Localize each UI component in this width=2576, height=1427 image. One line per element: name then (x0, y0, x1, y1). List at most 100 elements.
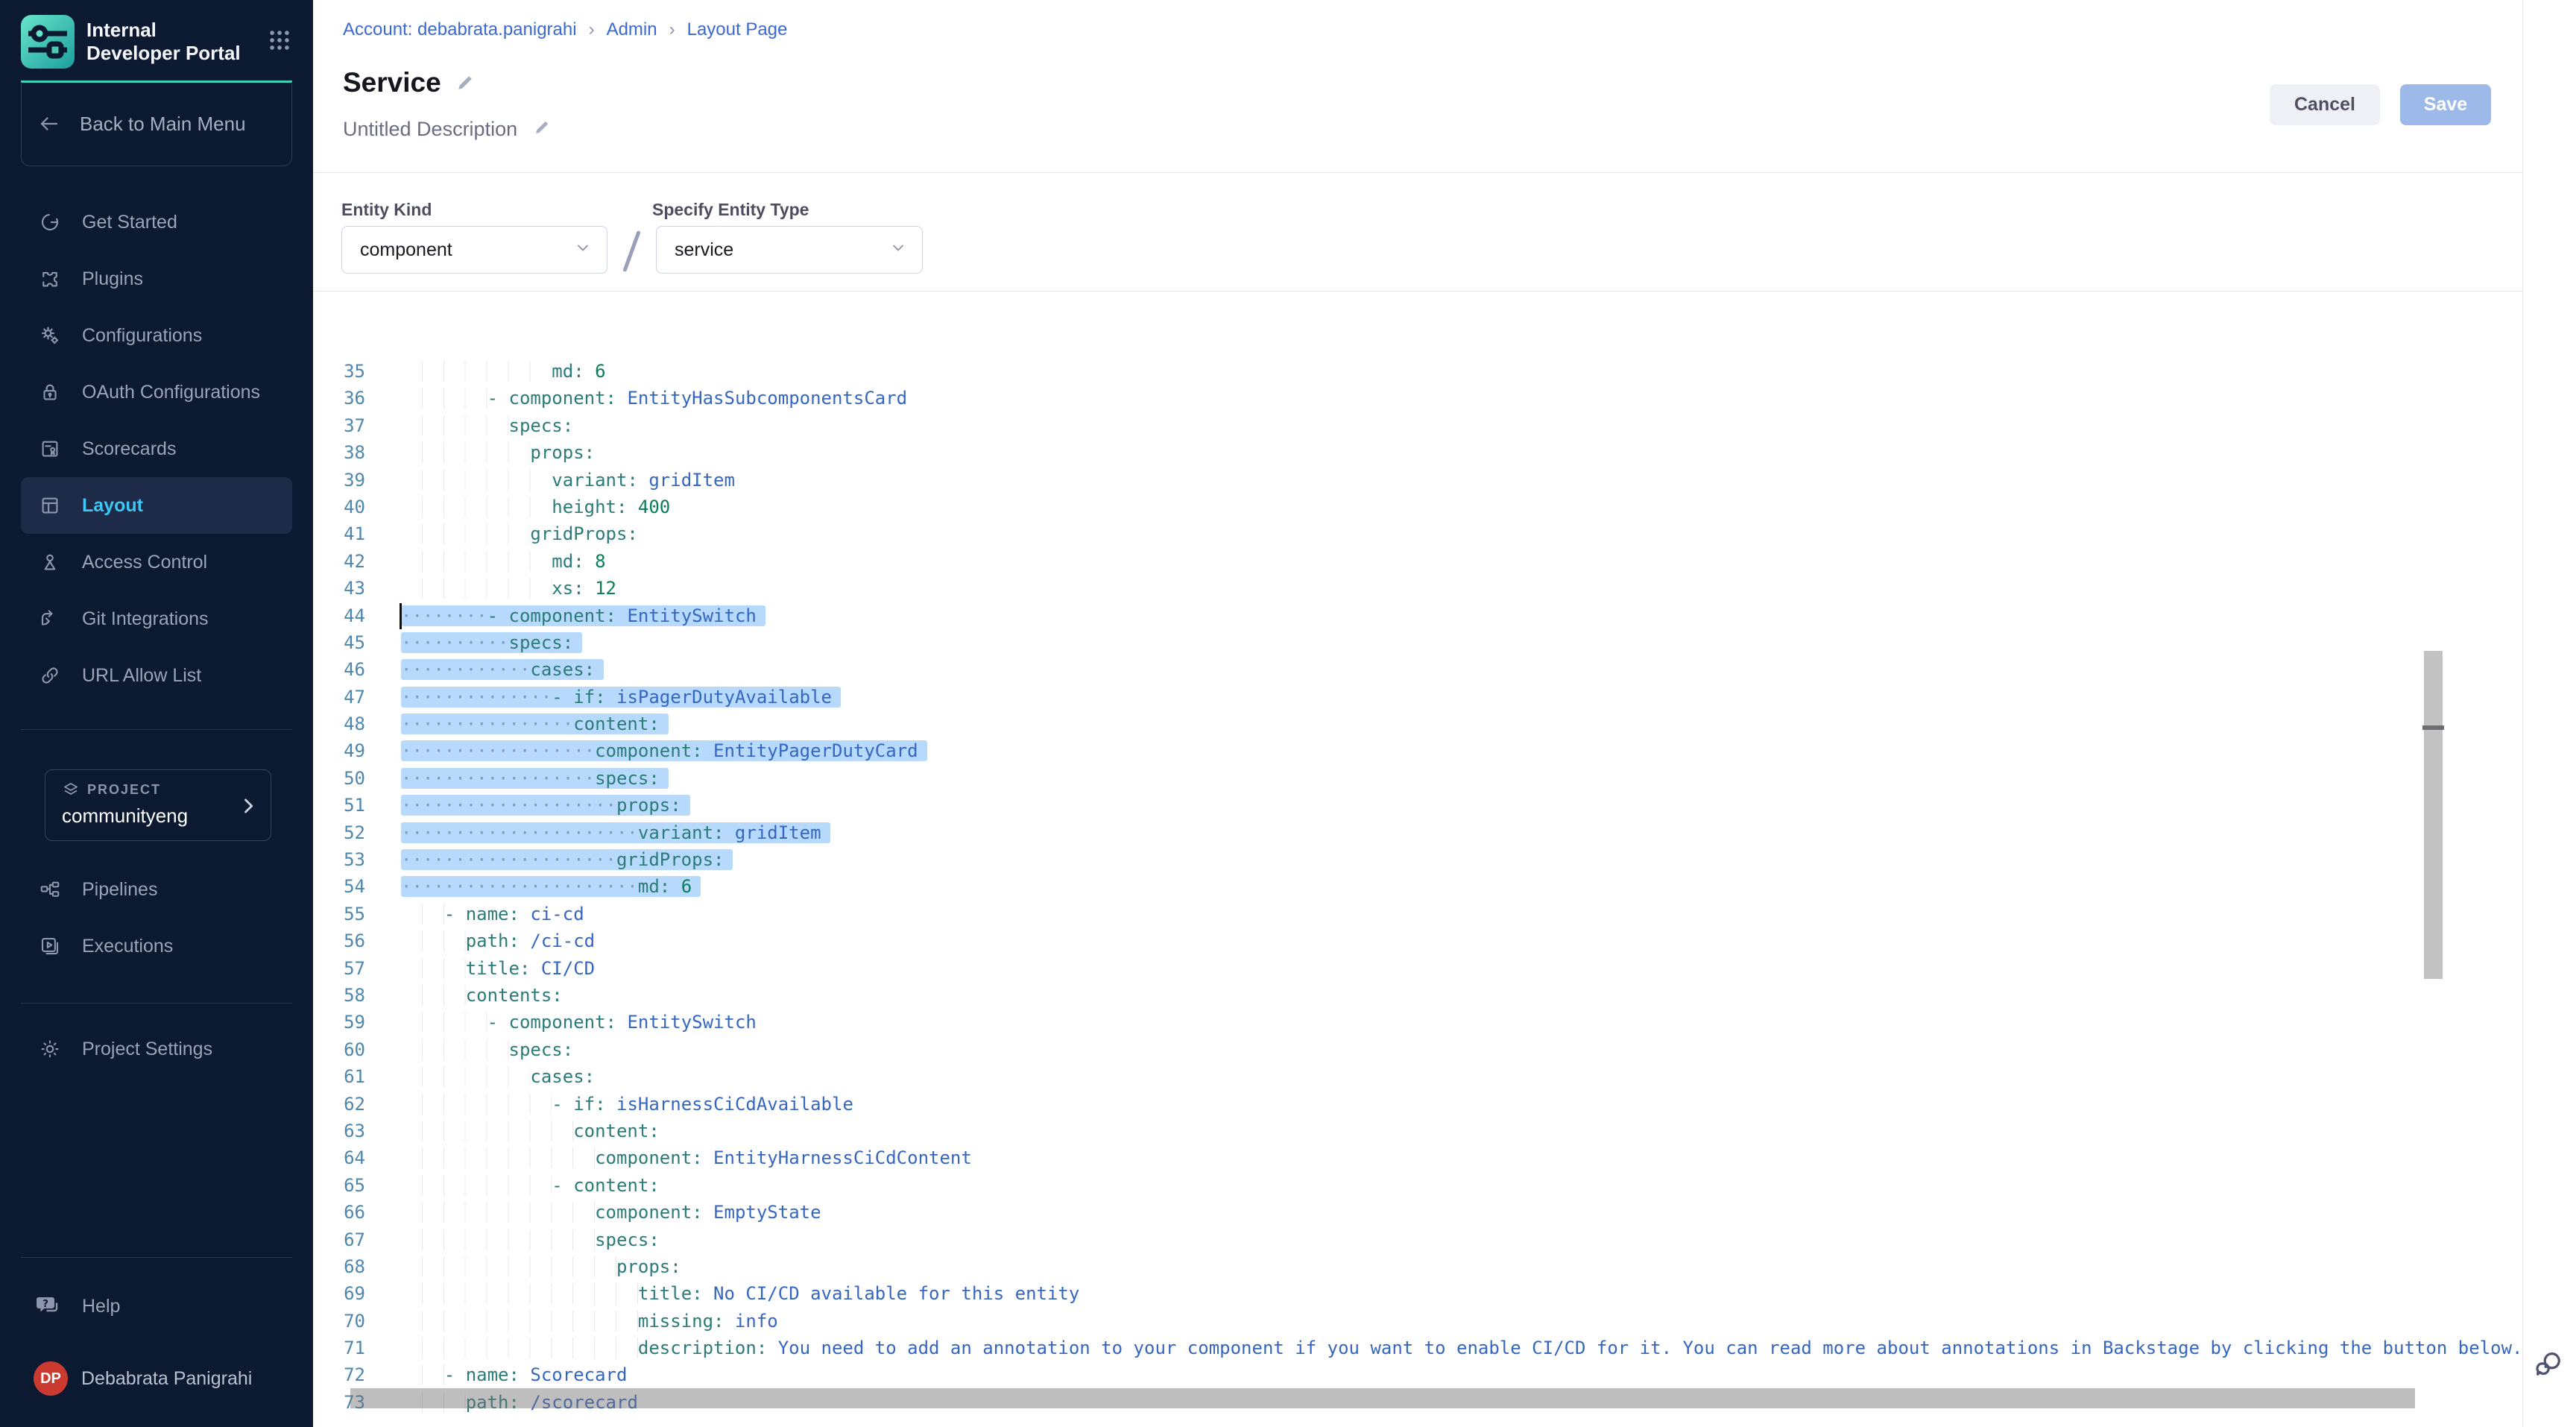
editor-rows: 35 md: 636 - component: EntityHasSubcomp… (313, 358, 2522, 1416)
lock-icon (39, 381, 61, 403)
git-icon (39, 608, 61, 630)
breadcrumb-link[interactable]: Layout Page (687, 19, 788, 40)
entity-kind-value: component (360, 239, 452, 261)
line-content: title: CI/CD (401, 955, 595, 982)
code-line-41[interactable]: 41 gridProps: (313, 520, 2522, 547)
help-label: Help (82, 1296, 120, 1317)
line-content: gridProps: (401, 520, 638, 547)
code-line-55[interactable]: 55 - name: ci-cd (313, 901, 2522, 927)
line-content: specs: (401, 1036, 573, 1063)
code-line-50[interactable]: 50··················specs: (313, 765, 2522, 792)
code-line-71[interactable]: 71 description: You need to add an annot… (313, 1335, 2522, 1361)
code-line-49[interactable]: 49··················component: EntityPag… (313, 737, 2522, 764)
code-line-39[interactable]: 39 variant: gridItem (313, 467, 2522, 494)
code-line-48[interactable]: 48················content: (313, 711, 2522, 737)
sidebar-item-scorecards[interactable]: Scorecards (0, 420, 313, 477)
sidebar-item-executions[interactable]: Executions (0, 918, 313, 974)
avatar: DP (34, 1361, 68, 1396)
breadcrumb-link[interactable]: Admin (607, 19, 657, 40)
sidebar-item-label: Scorecards (82, 438, 176, 460)
line-content: - component: EntityHasSubcomponentsCard (401, 385, 907, 412)
user-menu[interactable]: DP Debabrata Panigrahi (34, 1361, 252, 1396)
save-button[interactable]: Save (2400, 84, 2491, 125)
project-label: PROJECT (87, 782, 161, 798)
sidebar-item-help[interactable]: ? Help (0, 1278, 313, 1335)
line-number: 64 (313, 1144, 365, 1171)
sidebar-item-plugins[interactable]: Plugins (0, 251, 313, 307)
sidebar-divider (21, 729, 292, 730)
sidebar-item-configurations[interactable]: Configurations (0, 307, 313, 364)
sidebar-item-url-allow-list[interactable]: URL Allow List (0, 647, 313, 704)
code-line-61[interactable]: 61 cases: (313, 1063, 2522, 1090)
line-number: 68 (313, 1253, 365, 1280)
code-line-57[interactable]: 57 title: CI/CD (313, 955, 2522, 982)
code-line-58[interactable]: 58 contents: (313, 982, 2522, 1009)
entity-type-select[interactable]: service (656, 226, 923, 274)
vertical-scrollbar[interactable] (2424, 651, 2443, 979)
code-line-67[interactable]: 67 specs: (313, 1226, 2522, 1253)
code-line-43[interactable]: 43 xs: 12 (313, 575, 2522, 602)
code-line-42[interactable]: 42 md: 8 (313, 548, 2522, 575)
breadcrumb-link[interactable]: Account: debabrata.panigrahi (343, 19, 577, 40)
code-line-66[interactable]: 66 component: EmptyState (313, 1199, 2522, 1226)
code-line-68[interactable]: 68 props: (313, 1253, 2522, 1280)
chevron-down-icon (574, 239, 592, 262)
support-chat-icon[interactable] (2531, 1347, 2566, 1385)
sidebar-item-project-settings[interactable]: Project Settings (0, 1021, 313, 1077)
sidebar-item-oauth-configurations[interactable]: OAuth Configurations (0, 364, 313, 420)
code-line-46[interactable]: 46············cases: (313, 656, 2522, 683)
line-number: 42 (313, 548, 365, 575)
code-line-44[interactable]: 44········- component: EntitySwitch (313, 602, 2522, 629)
code-line-62[interactable]: 62 - if: isHarnessCiCdAvailable (313, 1091, 2522, 1118)
code-line-51[interactable]: 51····················props: (313, 792, 2522, 819)
code-line-37[interactable]: 37 specs: (313, 412, 2522, 439)
edit-description-pencil-icon[interactable] (534, 118, 552, 141)
code-line-54[interactable]: 54······················md: 6 (313, 873, 2522, 900)
module-grid-icon[interactable] (267, 28, 292, 57)
code-line-47[interactable]: 47··············- if: isPagerDutyAvailab… (313, 684, 2522, 711)
code-line-59[interactable]: 59 - component: EntitySwitch (313, 1009, 2522, 1036)
code-line-70[interactable]: 70 missing: info (313, 1308, 2522, 1335)
back-to-main-menu-button[interactable]: Back to Main Menu (21, 82, 292, 166)
code-line-38[interactable]: 38 props: (313, 439, 2522, 466)
line-content: content: (401, 1118, 660, 1144)
sidebar-item-layout[interactable]: Layout (21, 477, 292, 534)
app-root: Internal Developer Portal Back to Main M… (0, 0, 2576, 1427)
cancel-button[interactable]: Cancel (2270, 84, 2380, 125)
sidebar-item-pipelines[interactable]: Pipelines (0, 861, 313, 918)
sidebar-divider (21, 1257, 292, 1258)
page-title-row: Service (343, 67, 476, 98)
code-line-53[interactable]: 53····················gridProps: (313, 846, 2522, 873)
code-line-63[interactable]: 63 content: (313, 1118, 2522, 1144)
code-line-36[interactable]: 36 - component: EntityHasSubcomponentsCa… (313, 385, 2522, 412)
code-line-72[interactable]: 72 - name: Scorecard (313, 1361, 2522, 1388)
yaml-code-editor[interactable]: 35 md: 636 - component: EntityHasSubcomp… (313, 292, 2522, 1427)
entity-kind-select[interactable]: component (341, 226, 607, 274)
edit-title-pencil-icon[interactable] (456, 67, 476, 98)
line-content: xs: 12 (401, 575, 616, 602)
code-line-35[interactable]: 35 md: 6 (313, 358, 2522, 385)
line-number: 65 (313, 1172, 365, 1199)
horizontal-scrollbar[interactable] (350, 1388, 2415, 1408)
svg-text:?: ? (42, 1298, 48, 1310)
code-line-45[interactable]: 45··········specs: (313, 629, 2522, 656)
code-line-65[interactable]: 65 - content: (313, 1172, 2522, 1199)
code-line-64[interactable]: 64 component: EntityHarnessCiCdContent (313, 1144, 2522, 1171)
code-line-56[interactable]: 56 path: /ci-cd (313, 927, 2522, 954)
line-content: ··················component: EntityPager… (401, 737, 927, 764)
slash-separator (622, 230, 641, 272)
project-name: communityeng (62, 804, 257, 828)
sidebar-item-label: Access Control (82, 552, 207, 573)
line-number: 60 (313, 1036, 365, 1063)
code-line-69[interactable]: 69 title: No CI/CD available for this en… (313, 1280, 2522, 1307)
sidebar-item-git-integrations[interactable]: Git Integrations (0, 590, 313, 647)
line-number: 41 (313, 520, 365, 547)
code-line-60[interactable]: 60 specs: (313, 1036, 2522, 1063)
page-description: Untitled Description (343, 118, 517, 141)
sidebar-item-access-control[interactable]: Access Control (0, 534, 313, 590)
code-line-40[interactable]: 40 height: 400 (313, 494, 2522, 520)
sidebar-item-get-started[interactable]: Get Started (0, 194, 313, 251)
project-selector[interactable]: PROJECT communityeng (45, 769, 271, 841)
code-line-52[interactable]: 52······················variant: gridIte… (313, 819, 2522, 846)
sidebar-item-label: Get Started (82, 212, 177, 233)
